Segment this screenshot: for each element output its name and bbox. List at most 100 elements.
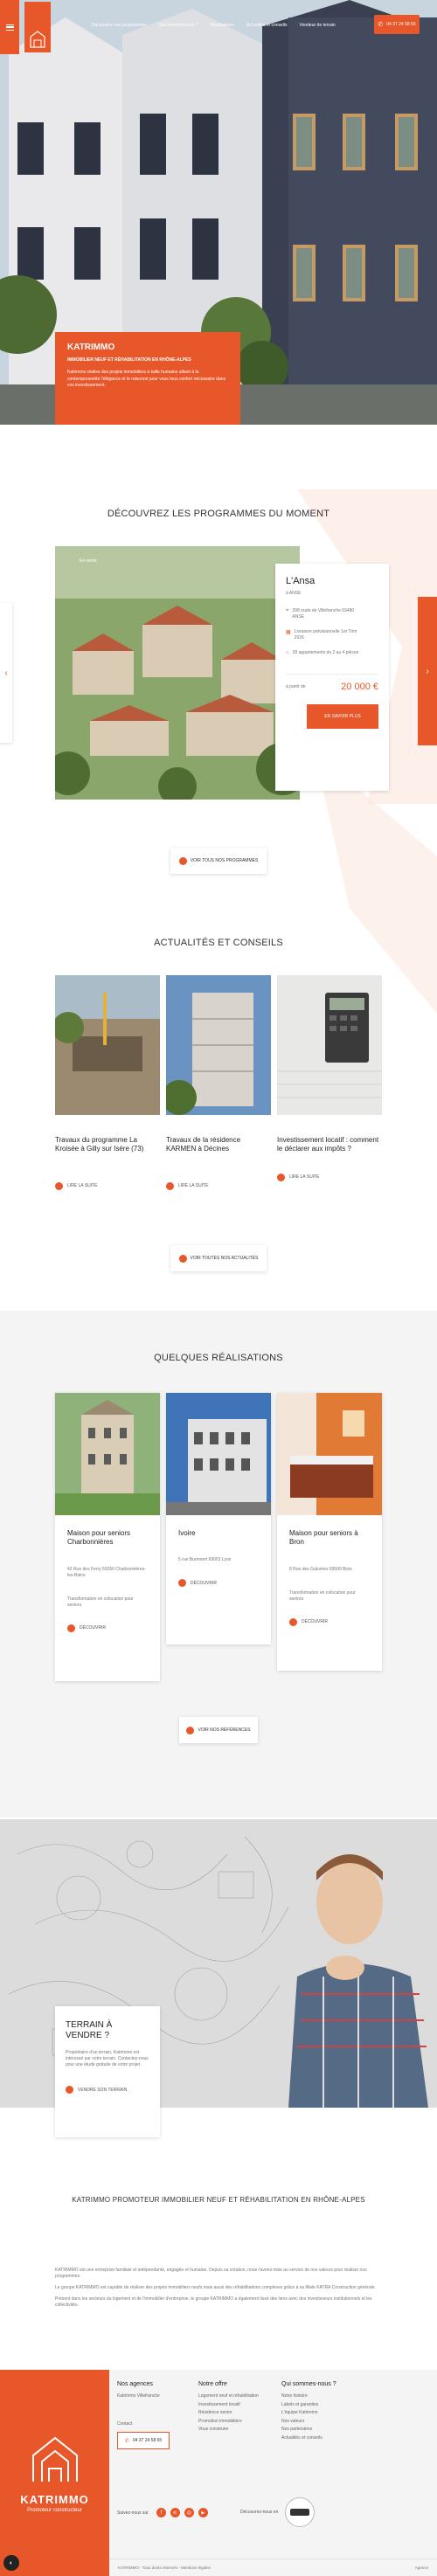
footer-link[interactable]: Notre histoire xyxy=(281,2392,369,2401)
footer-link[interactable]: Nos partenaires xyxy=(281,2426,369,2434)
program-more-button[interactable]: EN SAVOIR PLUS xyxy=(307,704,378,729)
cookie-button[interactable]: ◐ xyxy=(3,2555,19,2571)
arrow-right-icon xyxy=(67,1624,75,1632)
realisation-title: Maison pour seniors à Bron xyxy=(289,1529,358,1547)
carousel-prev-button[interactable]: ‹ xyxy=(0,603,12,743)
news-read-more[interactable]: LIRE LA SUITE xyxy=(277,1173,382,1181)
news-item[interactable]: Travaux du programme La Kroisée à Gilly … xyxy=(52,975,160,1237)
chevron-right-icon: › xyxy=(426,666,429,676)
about-paragraph: Le groupe KATRIMMO est capable de réalis… xyxy=(55,2285,376,2290)
footer-col-offre: Notre offre Logement neuf et réhabilitat… xyxy=(198,2381,277,2434)
calendar-icon: ▦ xyxy=(286,630,291,635)
programs-title: DÉCOUVREZ LES PROGRAMMES DU MOMENT xyxy=(107,509,330,519)
footer-partner: Découvrez-nous en xyxy=(240,2497,316,2527)
home-icon: ⌂ xyxy=(286,650,289,655)
program-price-label: à partir de xyxy=(286,683,306,689)
footer-bottom-bar: KATRIMMO - Tous droits réservés - Mentio… xyxy=(109,2559,437,2576)
footer-link[interactable]: Investissement locatif xyxy=(198,2401,277,2410)
terrain-title: TERRAIN À VENDRE ? xyxy=(66,2020,113,2040)
menu-icon xyxy=(5,24,14,31)
cookie-icon: ◐ xyxy=(9,2559,14,2566)
partner-logo[interactable] xyxy=(285,2497,316,2527)
footer-link[interactable]: Logement neuf et réhabilitation xyxy=(198,2392,277,2401)
about-title: KATRIMMO PROMOTEUR IMMOBILIER NEUF ET RÉ… xyxy=(72,2196,365,2204)
phone-icon: ✆ xyxy=(378,22,384,28)
footer-copyright: KATRIMMO - Tous droits réservés - Mentio… xyxy=(118,2566,211,2570)
chevron-left-icon: ‹ xyxy=(4,668,8,678)
footer-link[interactable]: Katrimmo Villefranche xyxy=(117,2392,196,2401)
program-name: L'Ansa xyxy=(286,576,316,586)
phone-icon: ✆ xyxy=(124,2438,129,2444)
realisation-title: Ivoire xyxy=(178,1529,196,1537)
nav-item-actualites[interactable]: Actualités et conseils xyxy=(246,23,288,28)
news-read-more[interactable]: LIRE LA SUITE xyxy=(166,1181,271,1190)
hero: KATRIMMO IMMOBILIER NEUF ET RÉHABILITATI… xyxy=(0,0,437,425)
realisation-desc: Transformation en colocation pour senior… xyxy=(67,1596,134,1608)
realisation-desc: Transformation en colocation pour senior… xyxy=(289,1589,356,1602)
realisation-discover-link[interactable]: DÉCOUVRIR xyxy=(289,1617,370,1626)
footer-col-title: Qui sommes-nous ? xyxy=(281,2381,336,2387)
nav-item-programmes[interactable]: Découvrez nos programmes xyxy=(92,23,147,28)
footer-link[interactable]: Actualités et conseils xyxy=(281,2434,369,2443)
news-read-more[interactable]: LIRE LA SUITE xyxy=(55,1181,160,1190)
footer-link[interactable]: Promotion immobilière xyxy=(198,2418,277,2427)
footer-logo-text: KATRIMMO xyxy=(20,2492,89,2506)
hero-subtitle: IMMOBILIER NEUF ET RÉHABILITATION EN RHÔ… xyxy=(67,357,191,363)
news-image xyxy=(52,975,160,1115)
arrow-right-icon xyxy=(166,1181,174,1190)
realisation-discover-link[interactable]: DÉCOUVRIR xyxy=(67,1624,148,1632)
arrow-right-icon xyxy=(66,2086,73,2094)
linkedin-icon[interactable]: in xyxy=(170,2508,180,2517)
nav-item-realisations[interactable]: Réalisations xyxy=(211,23,234,28)
program-city: à ANSE xyxy=(286,591,302,596)
realisation-discover-link[interactable]: DÉCOUVRIR xyxy=(178,1579,259,1588)
news-item[interactable]: Investissement locatif : comment le décl… xyxy=(277,975,382,1237)
footer-link[interactable]: Vous construire xyxy=(198,2426,277,2434)
realisation-card[interactable]: Maison pour seniors à Bron 8 Rue des Gal… xyxy=(277,1393,382,1671)
nav-item-qui-sommes-nous[interactable]: Qui sommes-nous ? xyxy=(159,23,198,28)
carousel-next-button[interactable]: › xyxy=(418,597,437,745)
terrain-box: TERRAIN À VENDRE ? Propriétaire d'un ter… xyxy=(55,2006,160,2137)
arrow-right-icon xyxy=(289,1617,297,1626)
location-icon: ⌖ xyxy=(286,608,289,613)
program-status-badge: En vente xyxy=(80,558,97,564)
program-image[interactable]: En vente xyxy=(55,546,300,800)
news-image xyxy=(277,975,382,1115)
all-references-button[interactable]: VOIR NOS RÉFÉRENCES xyxy=(179,1717,258,1743)
instagram-icon[interactable]: ◎ xyxy=(184,2508,194,2517)
news-item[interactable]: Travaux de la résidence KARMEN à Décines… xyxy=(162,975,271,1237)
header-phone-button[interactable]: ✆ 04 37 24 58 65 xyxy=(374,15,420,34)
all-programs-button[interactable]: VOIR TOUS NOS PROGRAMMES xyxy=(170,848,267,874)
footer-link[interactable]: Nos valeurs xyxy=(281,2418,369,2427)
all-news-button[interactable]: VOIR TOUTES NOS ACTUALITÉS xyxy=(170,1245,267,1271)
footer-link[interactable]: L'équipe Katrimmo xyxy=(281,2409,369,2418)
program-delivery: Livraison prévisionnelle 1er Trim 2026 xyxy=(294,629,357,641)
news-title-text: Investissement locatif : comment le décl… xyxy=(277,1136,379,1153)
nav-item-terrain[interactable]: Vendeur de terrain xyxy=(300,23,336,28)
facebook-icon[interactable]: f xyxy=(156,2508,166,2517)
footer-logo[interactable]: KATRIMMO Promoteur constructeur xyxy=(0,2370,109,2576)
about-text: KATRIMMO est une entreprise familiale et… xyxy=(55,2268,382,2309)
hero-intro-box: KATRIMMO IMMOBILIER NEUF ET RÉHABILITATI… xyxy=(55,332,240,425)
about-paragraph: Présent dans les secteurs du logement et… xyxy=(55,2296,372,2308)
menu-button[interactable] xyxy=(0,0,19,54)
arrow-right-icon xyxy=(178,856,187,865)
youtube-icon[interactable]: ▶ xyxy=(198,2508,208,2517)
logo-icon xyxy=(30,31,45,48)
arrow-right-icon xyxy=(178,1579,186,1588)
program-photo xyxy=(55,546,300,800)
arrow-right-icon xyxy=(178,1254,187,1263)
realisation-image xyxy=(55,1393,160,1515)
footer-contact-label: Contact xyxy=(117,2420,133,2427)
footer-phone-button[interactable]: ✆ 04 37 24 58 65 xyxy=(117,2432,170,2449)
about-paragraph: KATRIMMO est une entreprise familiale et… xyxy=(55,2268,367,2279)
realisation-title: Maison pour seniors Charbonnières xyxy=(67,1529,131,1547)
logo[interactable] xyxy=(24,2,51,52)
footer-link[interactable]: Labels et garanties xyxy=(281,2401,369,2410)
program-price: 20 000 € xyxy=(341,682,378,692)
realisation-address: 42 Rue des Ferry 69260 Charbonnières-les… xyxy=(67,1566,146,1578)
terrain-sell-link[interactable]: VENDRE SON TERRAIN xyxy=(66,2086,149,2094)
realisation-card[interactable]: Maison pour seniors Charbonnières 42 Rue… xyxy=(55,1393,160,1681)
footer-link[interactable]: Résidence senior xyxy=(198,2409,277,2418)
realisation-card[interactable]: Ivoire 5 rue Burmond 69003 Lyon DÉCOUVRI… xyxy=(166,1393,271,1645)
